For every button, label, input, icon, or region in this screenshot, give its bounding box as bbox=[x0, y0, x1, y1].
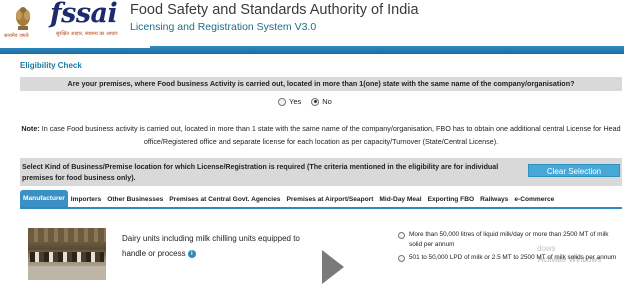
tab-importers[interactable]: Importers bbox=[68, 192, 104, 207]
radio-no-label: No bbox=[322, 97, 332, 106]
capacity-option-1[interactable]: More than 50,000 litres of liquid milk/d… bbox=[398, 230, 618, 250]
radio-yes[interactable]: Yes bbox=[278, 97, 301, 106]
tab-mid-day-meal[interactable]: Mid-Day Meal bbox=[376, 192, 424, 207]
dairy-image-cattle bbox=[30, 252, 104, 262]
eligibility-question: Are your premises, where Food business A… bbox=[20, 77, 622, 91]
dairy-unit-image bbox=[28, 228, 106, 280]
note-text: In case Food business activity is carrie… bbox=[41, 124, 621, 146]
radio-yes-dot[interactable] bbox=[278, 97, 286, 106]
eligibility-radio-group: Yes No bbox=[278, 97, 332, 106]
category-description: Dairy units including milk chilling unit… bbox=[122, 231, 322, 261]
category-panel: Dairy units including milk chilling unit… bbox=[20, 220, 622, 284]
dairy-image-roof bbox=[28, 228, 106, 242]
business-kind-prompt: Select Kind of Business/Premise location… bbox=[22, 163, 499, 182]
tab-exporting-fbo[interactable]: Exporting FBO bbox=[425, 192, 478, 207]
section-title: Eligibility Check bbox=[20, 61, 82, 70]
tab-railways[interactable]: Railways bbox=[477, 192, 511, 207]
header-divider-cap bbox=[0, 44, 150, 48]
dairy-image-floor bbox=[28, 266, 106, 280]
eligibility-note: Note: In case Food business activity is … bbox=[20, 122, 622, 148]
note-label: Note: bbox=[21, 124, 40, 133]
fssai-logo: fssai bbox=[50, 0, 118, 29]
capacity-option-2-radio[interactable] bbox=[398, 254, 405, 262]
business-tabs: Manufacturer Importers Other Businesses … bbox=[20, 190, 622, 209]
tab-manufacturer[interactable]: Manufacturer bbox=[20, 190, 68, 207]
radio-no[interactable]: No bbox=[311, 97, 332, 106]
tab-other-businesses[interactable]: Other Businesses bbox=[104, 192, 166, 207]
business-kind-band: Select Kind of Business/Premise location… bbox=[20, 158, 622, 186]
os-watermark-fragment: dows bbox=[537, 244, 556, 253]
tab-airport-seaport[interactable]: Premises at Airport/Seaport bbox=[283, 192, 376, 207]
radio-no-dot[interactable] bbox=[311, 97, 320, 106]
site-header: सत्यमेव जयते fssai सुरक्षित आहार, स्वास्… bbox=[0, 0, 624, 46]
system-title: Licensing and Registration System V3.0 bbox=[130, 21, 317, 33]
capacity-option-1-radio[interactable] bbox=[398, 231, 405, 239]
clear-selection-button[interactable]: Clear Selection bbox=[528, 164, 620, 177]
org-title: Food Safety and Standards Authority of I… bbox=[130, 2, 419, 18]
category-description-text: Dairy units including milk chilling unit… bbox=[122, 234, 300, 258]
radio-yes-label: Yes bbox=[289, 97, 302, 106]
logo-tagline: सुरक्षित आहार, स्वास्थ्य का आधार bbox=[56, 31, 118, 37]
national-emblem-icon bbox=[16, 7, 30, 30]
tab-central-govt-agencies[interactable]: Premises at Central Govt. Agencies bbox=[166, 192, 283, 207]
play-icon[interactable] bbox=[322, 250, 344, 284]
capacity-option-1-label: More than 50,000 litres of liquid milk/d… bbox=[409, 231, 609, 248]
tab-e-commerce[interactable]: e-Commerce bbox=[511, 192, 557, 207]
os-activation-watermark: Activate Windows bbox=[538, 255, 602, 264]
emblem-caption: सत्यमेव जयते bbox=[4, 33, 29, 39]
info-icon[interactable]: i bbox=[187, 249, 196, 258]
